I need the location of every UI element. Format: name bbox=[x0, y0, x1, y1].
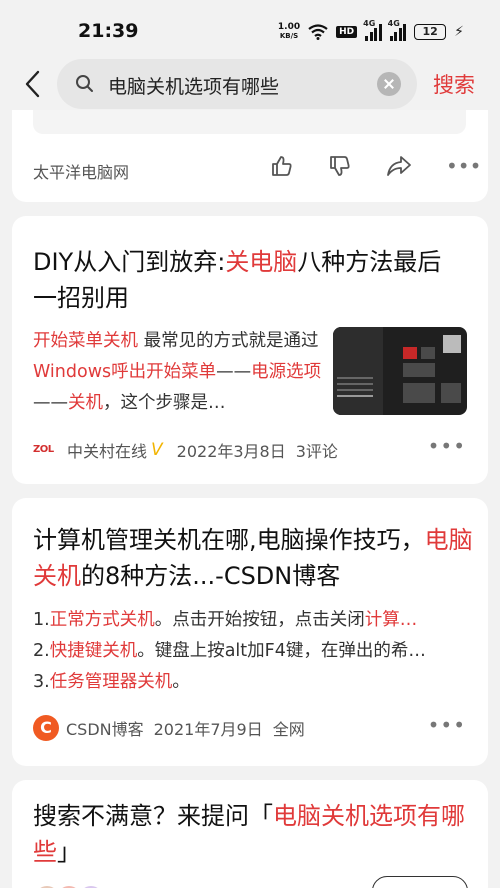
thumbnail-row bbox=[337, 377, 373, 379]
snippet-text: 。点击开始按钮，点击关闭 bbox=[154, 610, 365, 630]
result-meta: C CSDN博客 2021年7月9日 全网 bbox=[33, 715, 305, 741]
signal-icon: 4G bbox=[363, 19, 382, 41]
title-text: 」 bbox=[57, 838, 81, 866]
more-icon[interactable]: ••• bbox=[446, 154, 481, 178]
title-text: 的8种方法...-CSDN博客 bbox=[81, 562, 341, 590]
thumbnail-row bbox=[337, 383, 373, 385]
status-icons: 1.00 KB/S HD 4G 4G 12 ⚡ bbox=[278, 19, 464, 44]
search-header: 电脑关机选项有哪些 搜索 bbox=[0, 58, 500, 110]
snippet-text: ，这个步骤是… bbox=[103, 393, 226, 413]
back-button[interactable] bbox=[16, 66, 48, 102]
search-query: 电脑关机选项有哪些 bbox=[108, 76, 280, 98]
charging-icon: ⚡ bbox=[454, 24, 464, 40]
clear-icon[interactable] bbox=[377, 72, 401, 96]
thumbnail-tile bbox=[403, 383, 435, 403]
result-snippet: 1.正常方式关机。点击开始按钮，点击关闭计算… 2.快捷键关机。键盘上按alt加… bbox=[33, 605, 469, 698]
snippet-highlight: 正常方式关机 bbox=[49, 610, 155, 630]
status-bar: 21:39 1.00 KB/S HD 4G 4G 12 ⚡ bbox=[0, 0, 500, 58]
battery-icon: 12 bbox=[414, 24, 447, 40]
back-arrow-icon bbox=[25, 70, 40, 98]
result-meta: ZOL 中关村在线 V 2022年3月8日 3评论 bbox=[33, 438, 338, 462]
snippet-highlight: 开始菜单关机 bbox=[33, 331, 138, 351]
search-icon bbox=[76, 75, 93, 92]
result-title[interactable]: 计算机管理关机在哪,电脑操作技巧，电脑关机的8种方法...-CSDN博客 bbox=[33, 522, 473, 594]
snippet-highlight: 电源选项 bbox=[251, 362, 322, 382]
avatar bbox=[77, 884, 105, 888]
snippet-text: 。 bbox=[172, 672, 190, 692]
result-thumbnail[interactable] bbox=[333, 327, 467, 415]
snippet-highlight: 关机 bbox=[68, 393, 103, 413]
ask-question-title[interactable]: 搜索不满意？来提问「电脑关机选项有哪些」 bbox=[33, 798, 473, 870]
zol-logo: ZOL bbox=[33, 444, 54, 455]
snippet-text: 最常见的方式就是通过 bbox=[138, 331, 319, 351]
hd-badge: HD bbox=[336, 26, 358, 38]
result-comments[interactable]: 3评论 bbox=[296, 438, 338, 462]
result-source[interactable]: 中关村在线 bbox=[67, 438, 147, 462]
thumbnail-row bbox=[337, 389, 373, 391]
more-icon[interactable]: ••• bbox=[428, 434, 466, 458]
snippet-highlight: 计算… bbox=[364, 610, 418, 630]
thumbnail-tile bbox=[403, 347, 417, 359]
title-text: DIY从入门到放弃: bbox=[33, 248, 226, 276]
snippet-highlight: 快捷键关机 bbox=[49, 641, 138, 661]
avatar-group bbox=[33, 884, 105, 888]
snippet-line: 2.快捷键关机。键盘上按alt加F4键，在弹出的希… bbox=[33, 636, 469, 667]
title-text: 搜索不满意？来提问「 bbox=[33, 802, 273, 830]
result-title[interactable]: DIY从入门到放弃:关电脑八种方法最后一招别用 bbox=[33, 244, 463, 316]
result-source[interactable]: 太平洋电脑网 bbox=[33, 159, 129, 183]
result-scope: 全网 bbox=[272, 720, 305, 739]
snippet-line: 3.任务管理器关机。 bbox=[33, 667, 469, 698]
snippet-highlight: 任务管理器关机 bbox=[49, 672, 173, 692]
snippet-text: 3. bbox=[33, 672, 50, 692]
result-card-3[interactable]: 计算机管理关机在哪,电脑操作技巧，电脑关机的8种方法...-CSDN博客 1.正… bbox=[12, 498, 488, 766]
result-date: 2021年7月9日 bbox=[153, 720, 263, 739]
avatar bbox=[33, 884, 61, 888]
result-card-1[interactable]: 太平洋电脑网 ••• bbox=[12, 110, 488, 202]
snippet-text: 1. bbox=[33, 610, 50, 630]
ask-question-button[interactable] bbox=[372, 876, 468, 888]
signal-label: 4G bbox=[363, 19, 376, 28]
thumbnail-tile bbox=[443, 335, 461, 353]
result-card-2[interactable]: DIY从入门到放弃:关电脑八种方法最后一招别用 开始菜单关机 最常见的方式就是通… bbox=[12, 216, 488, 484]
thumbnail-tile bbox=[441, 383, 461, 403]
share-icon[interactable] bbox=[386, 154, 412, 178]
thumbnail-row bbox=[337, 395, 373, 397]
title-highlight: 关电脑 bbox=[225, 248, 298, 276]
snippet-line: 1.正常方式关机。点击开始按钮，点击关闭计算… bbox=[33, 605, 469, 636]
snippet-text: 。键盘上按alt加F4键，在弹出的希… bbox=[137, 641, 426, 661]
wifi-icon bbox=[308, 24, 328, 40]
result-snippet: 开始菜单关机 最常见的方式就是通过Windows呼出开始菜单——电源选项——关机… bbox=[33, 326, 323, 419]
thumbnail-tile bbox=[403, 363, 435, 377]
thumbs-up-icon[interactable] bbox=[270, 154, 294, 178]
thumbnail-tile bbox=[421, 347, 435, 359]
result-source[interactable]: CSDN博客 bbox=[66, 716, 144, 740]
result-date: 2022年3月8日 bbox=[176, 442, 286, 461]
result-actions: ••• bbox=[270, 154, 481, 178]
snippet-text: —— bbox=[216, 362, 252, 382]
csdn-logo: C bbox=[33, 715, 59, 741]
search-button[interactable]: 搜索 bbox=[433, 69, 475, 99]
network-speed: 1.00 KB/S bbox=[278, 23, 300, 41]
signal-label-2: 4G bbox=[387, 19, 400, 28]
more-icon[interactable]: ••• bbox=[428, 713, 466, 737]
snippet-text: 2. bbox=[33, 641, 50, 661]
thumbnail-start-menu bbox=[333, 327, 383, 415]
result-content-preview bbox=[33, 110, 466, 134]
thumbs-down-icon[interactable] bbox=[328, 154, 352, 178]
status-time: 21:39 bbox=[78, 20, 139, 42]
snippet-highlight: Windows呼出开始菜单 bbox=[33, 362, 217, 382]
network-speed-unit: KB/S bbox=[279, 32, 299, 40]
snippet-text: —— bbox=[33, 393, 68, 413]
verified-badge: V bbox=[151, 440, 163, 460]
avatar bbox=[55, 884, 83, 888]
ask-question-card[interactable]: 搜索不满意？来提问「电脑关机选项有哪些」 bbox=[12, 780, 488, 888]
network-speed-value: 1.00 bbox=[277, 22, 301, 32]
signal-icon-2: 4G bbox=[388, 19, 407, 41]
title-text: 计算机管理关机在哪,电脑操作技巧， bbox=[33, 526, 425, 554]
search-input[interactable]: 电脑关机选项有哪些 bbox=[57, 59, 417, 109]
